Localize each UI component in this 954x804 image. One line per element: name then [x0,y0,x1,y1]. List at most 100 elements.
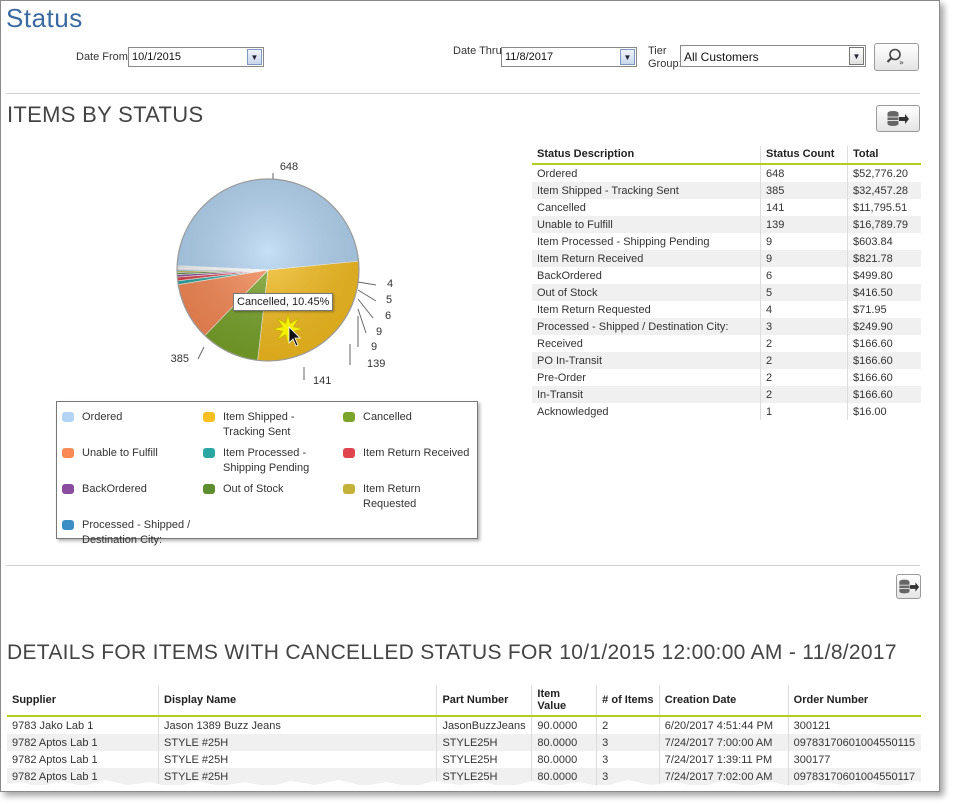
details-title: DETAILS FOR ITEMS WITH CANCELLED STATUS … [7,641,897,664]
data-label: 6 [385,310,391,322]
pie-outline [176,178,360,362]
table-cell: 2 [760,369,848,386]
legend-label: Requested [363,498,417,510]
legend-swatch-icon [62,412,74,422]
table-row[interactable]: Item Processed - Shipping Pending 9 $603.8… [532,233,921,250]
table-row[interactable]: 9783 Jako Lab 1 Jason 1389 Buzz Jeans Jaso… [7,716,921,734]
table-cell: $249.90 [847,318,921,335]
date-thru-label: Date Thru [453,45,502,57]
data-label: 9 [371,341,377,353]
table-row[interactable]: Ordered 648 $52,776.20 [532,164,921,182]
date-thru-select[interactable]: 11/8/2017 ▼ [501,47,637,67]
col-item-value[interactable]: Item Value [531,686,598,717]
table-row[interactable]: PO In-Transit 2 $166.60 [532,352,921,369]
table-row[interactable]: Received 2 $166.60 [532,335,921,352]
search-button[interactable]: » [874,43,919,71]
table-cell: Out of Stock [532,284,761,301]
table-cell: $32,457.28 [847,182,921,199]
chevron-down-icon[interactable]: ▼ [620,49,635,65]
legend-item[interactable]: BackOrdered [62,482,147,497]
legend-swatch-icon [203,484,215,494]
table-cell: In-Transit [532,386,761,403]
data-label: 9 [376,326,382,338]
table-cell: $16.00 [853,405,887,418]
table-cell: Ordered [532,164,761,182]
table-cell: 2 [760,352,848,369]
legend-item[interactable]: Processed - Shipped / Destination City: [62,518,190,548]
export-status-button[interactable] [876,105,920,132]
status-pie-chart[interactable]: 64838514113999654 [1,151,521,401]
table-row[interactable]: Out of Stock 5 $416.50 [532,284,921,301]
col-supplier[interactable]: Supplier [7,686,160,717]
legend-item[interactable]: Cancelled [343,410,412,425]
table-cell: Unable to Fulfill [532,216,761,233]
table-cell: Pre-Order [532,369,761,386]
table-cell: 9 [760,233,848,250]
table-cell: 300177 [793,753,831,766]
export-details-button[interactable] [896,574,921,599]
col-total[interactable]: Total [847,146,921,165]
table-row[interactable]: 9782 Aptos Lab 1STYLE #25HSTYLE25H80.000… [7,751,921,768]
table-cell: 1 [760,403,848,420]
table-cell: 385 [760,182,848,199]
col-number-of-items[interactable]: # of Items [596,686,660,717]
legend-label: Destination City: [82,534,163,546]
table-row[interactable]: Item Shipped - Tracking Sent 385 $32,457.2… [532,182,921,199]
table-row[interactable]: BackOrdered 6 $499.80 [532,267,921,284]
table-cell: Acknowledged [532,403,761,420]
table-cell: STYLE25H [436,751,533,768]
legend-swatch-icon [203,448,215,458]
items-by-status-title: ITEMS BY STATUS [7,102,204,127]
legend-swatch-icon [203,412,215,422]
col-status-description[interactable]: Status Description [532,146,761,165]
legend-item[interactable]: Item Return Received [343,446,470,461]
table-cell: 7/24/2017 7:00:00 AM [659,734,789,751]
chevron-down-icon[interactable]: ▼ [247,49,262,65]
data-label: 4 [387,278,393,290]
table-row[interactable]: Cancelled 141 $11,795.51 [532,199,921,216]
table-cell: $52,776.20 [853,167,909,180]
legend-label: Item Return [363,483,421,495]
table-cell: $416.50 [847,284,921,301]
col-creation-date[interactable]: Creation Date [659,686,789,717]
table-row[interactable]: Pre-Order 2 $166.60 [532,369,921,386]
data-label: 141 [313,375,331,387]
table-row[interactable]: Unable to Fulfill 139 $16,789.79 [532,216,921,233]
legend-swatch-icon [62,484,74,494]
export-data-icon [898,579,919,593]
legend-item[interactable]: Item Processed - Shipping Pending [203,446,310,476]
table-cell: STYLE #25H [158,751,438,768]
table-cell: Item Processed - Shipping Pending [532,233,761,250]
legend-item[interactable]: Item Return Requested [343,482,421,512]
chart-legend: Ordered Item Shipped - Tracking Sent Cancel… [56,401,478,546]
legend-label: Out of Stock [223,483,284,495]
table-row[interactable]: Processed - Shipped / Destination City: 3… [532,318,921,335]
legend-label: Shipping Pending [223,462,310,474]
legend-item[interactable]: Out of Stock [203,482,284,497]
table-cell: Received [532,335,761,352]
legend-item[interactable]: Ordered [62,410,122,425]
legend-label: Item Shipped - [223,411,295,423]
table-row[interactable]: Item Return Requested 4 $71.95 [532,301,921,318]
leader-line [357,281,377,286]
chevron-down-icon[interactable]: ▼ [849,47,864,65]
legend-label: Item Return Received [363,447,470,459]
table-row[interactable]: In-Transit 2 $166.60 [532,386,921,403]
table-cell: 80.0000 [531,734,598,751]
app-window: Status Date From 10/1/2015 ▼ Date Thru 1… [0,0,940,792]
date-from-select[interactable]: 10/1/2015 ▼ [128,47,264,67]
tier-group-select[interactable]: All Customers ▼ [680,45,866,67]
legend-swatch-icon [343,412,355,422]
divider [6,93,920,94]
legend-item[interactable]: Unable to Fulfill [62,446,158,461]
col-status-count[interactable]: Status Count [760,146,848,165]
table-row[interactable]: 9782 Aptos Lab 1STYLE #25HSTYLE25H80.000… [7,734,921,751]
col-display-name[interactable]: Display Name [158,686,438,717]
table-row[interactable]: Acknowledged 1 $16.00 [532,403,921,420]
col-part-number[interactable]: Part Number [436,686,533,717]
col-order-number[interactable]: Order Number [788,686,921,717]
legend-item[interactable]: Item Shipped - Tracking Sent [203,410,295,440]
table-row[interactable]: Item Return Received 9 $821.78 [532,250,921,267]
tier-group-label: Tier Group: [648,45,682,71]
data-label: 648 [280,161,298,173]
